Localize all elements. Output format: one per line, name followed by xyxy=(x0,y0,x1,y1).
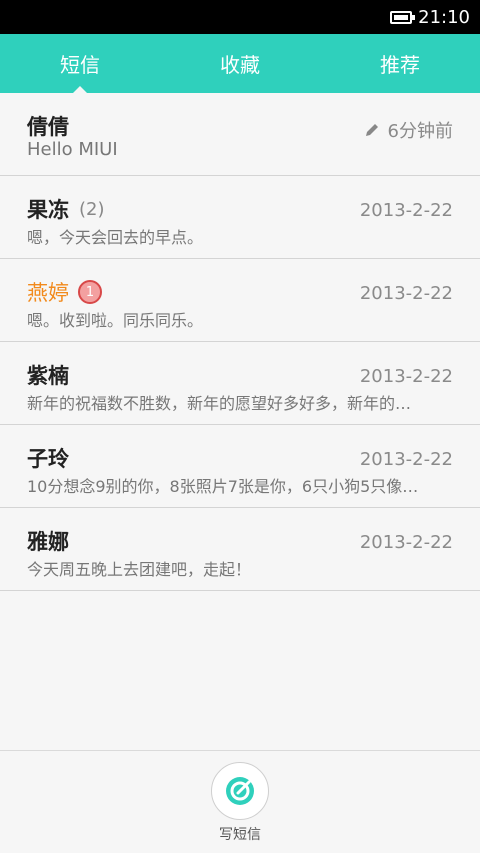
name-line: 子玲 xyxy=(27,443,69,473)
tab-bar: 短信 收藏 推荐 xyxy=(0,34,480,93)
message-count: (2) xyxy=(79,198,105,220)
compose-label: 写短信 xyxy=(219,827,261,843)
thread-date: 2013-2-22 xyxy=(359,449,453,470)
contact-name: 紫楠 xyxy=(27,364,69,388)
thread-row[interactable]: 雅娜 2013-2-22 今天周五晚上去团建吧，走起！ xyxy=(0,508,480,591)
thread-row[interactable]: 燕婷 1 2013-2-22 嗯。收到啦。同乐同乐。 xyxy=(0,259,480,342)
message-preview: 今天周五晚上去团建吧，走起！ xyxy=(27,560,252,579)
message-preview: 新年的祝福数不胜数，新年的愿望好多好多，新年的… xyxy=(27,394,412,413)
name-line: 燕婷 1 xyxy=(27,277,102,307)
thread-row[interactable]: 紫楠 2013-2-22 新年的祝福数不胜数，新年的愿望好多好多，新年的… xyxy=(0,342,480,425)
message-preview: Hello MIUI xyxy=(27,139,118,160)
name-line: 倩倩 xyxy=(27,111,69,141)
battery-icon xyxy=(390,10,416,24)
thread-date: 2013-2-22 xyxy=(359,366,453,387)
thread-date: 2013-2-22 xyxy=(359,200,453,221)
thread-date: 2013-2-22 xyxy=(359,532,453,553)
message-preview: 10分想念9别的你，8张照片7张是你，6只小狗5只像… xyxy=(27,477,419,496)
thread-row[interactable]: 倩倩 6分钟前 Hello MIUI xyxy=(0,93,480,176)
thread-list: 倩倩 6分钟前 Hello MIUI 果冻 (2) 2013-2-22 嗯，今天… xyxy=(0,93,480,591)
name-line: 果冻 (2) xyxy=(27,194,105,224)
tab-label: 短信 xyxy=(60,53,100,77)
contact-name: 子玲 xyxy=(27,447,69,471)
contact-name: 雅娜 xyxy=(27,530,69,554)
tab-messages[interactable]: 短信 xyxy=(0,34,160,93)
name-line: 雅娜 xyxy=(27,526,69,556)
draft-pencil-icon xyxy=(365,124,378,136)
tab-favorites[interactable]: 收藏 xyxy=(160,34,320,93)
status-time: 21:10 xyxy=(418,6,470,28)
status-bar: 21:10 xyxy=(0,0,480,34)
contact-name: 果冻 xyxy=(27,198,69,222)
thread-row[interactable]: 子玲 2013-2-22 10分想念9别的你，8张照片7张是你，6只小狗5只像… xyxy=(0,425,480,508)
message-preview: 嗯。收到啦。同乐同乐。 xyxy=(27,311,204,330)
unread-badge: 1 xyxy=(78,280,102,304)
thread-row[interactable]: 果冻 (2) 2013-2-22 嗯，今天会回去的早点。 xyxy=(0,176,480,259)
thread-date: 2013-2-22 xyxy=(359,283,453,304)
contact-name: 倩倩 xyxy=(27,115,69,139)
tab-label: 推荐 xyxy=(380,53,420,77)
compose-icon xyxy=(226,777,254,805)
message-preview: 嗯，今天会回去的早点。 xyxy=(27,228,204,247)
tab-label: 收藏 xyxy=(220,53,260,77)
contact-name: 燕婷 xyxy=(27,281,69,305)
tab-recommend[interactable]: 推荐 xyxy=(320,34,480,93)
name-line: 紫楠 xyxy=(27,360,69,390)
bottom-action-bar: 写短信 xyxy=(0,750,480,853)
compose-button[interactable] xyxy=(211,762,269,820)
